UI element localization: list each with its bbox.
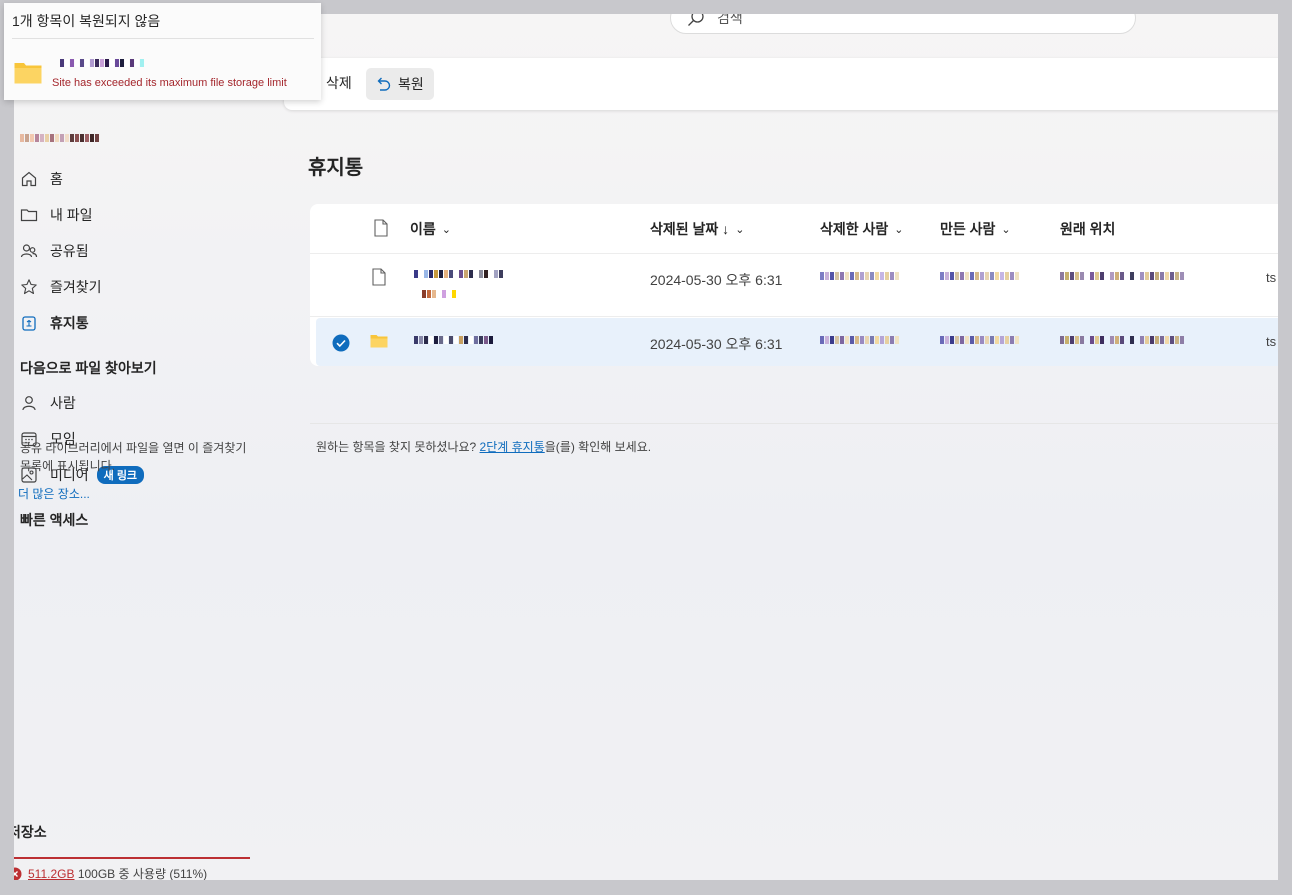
sidebar-item-shared[interactable]: 공유됨 [20, 241, 89, 261]
sidebar-item-label: 공유됨 [50, 243, 89, 259]
column-header-deleted[interactable]: 삭제된 날짜 ↓ ⌄ [650, 219, 744, 239]
file-name-redacted-line2 [422, 290, 456, 298]
toast-title: 1개 항목이 복원되지 않음 [12, 13, 161, 29]
chevron-down-icon: ⌄ [735, 223, 745, 236]
folder-icon [20, 209, 38, 222]
sidebar-item-home[interactable]: 홈 [20, 169, 63, 189]
storage-usage-text: 100GB 중 사용량 (511%) [77, 867, 208, 880]
home-icon [21, 171, 37, 187]
created-by-redacted [940, 272, 1019, 280]
chevron-down-icon: ⌄ [441, 223, 451, 236]
sidebar-item-label: 내 파일 [50, 207, 93, 223]
location-suffix: ts [1266, 334, 1277, 349]
chevron-down-icon: ⌄ [1001, 223, 1011, 236]
command-bar: 삭제 복원 [284, 58, 1278, 110]
more-places-link[interactable]: 더 많은 장소... [18, 485, 90, 502]
browse-section-title: 다음으로 파일 찾아보기 [20, 360, 157, 376]
deleted-date: 2024-05-30 오후 6:31 [650, 336, 783, 352]
person-icon [22, 396, 36, 411]
second-stage-recycle-bin-link[interactable]: 2단계 휴지통 [480, 440, 545, 454]
search-icon [688, 14, 704, 26]
file-name-redacted [414, 270, 503, 278]
storage-used-link[interactable]: 511.2GB [28, 867, 74, 880]
search-box[interactable] [670, 14, 1136, 34]
error-icon [14, 867, 22, 880]
created-by-redacted [940, 336, 1019, 344]
row-divider [310, 253, 1278, 254]
folder-name-redacted [414, 336, 493, 344]
storage-usage: 511.2GB 100GB 중 사용량 (511%) [14, 865, 207, 880]
toast-item-name-redacted [60, 59, 144, 67]
location-redacted [1060, 336, 1184, 344]
sidebar-item-label: 휴지통 [50, 315, 89, 331]
toast-divider [12, 38, 314, 39]
storage-title: 저장소 [14, 824, 47, 840]
row-divider [310, 316, 1278, 317]
app-window: 삭제 복원 홈 내 파일 공유됨 즐겨찾기 [14, 14, 1278, 880]
checkmark-circle-icon[interactable] [332, 334, 350, 352]
deleted-by-redacted [820, 336, 899, 344]
deleted-date: 2024-05-30 오후 6:31 [650, 272, 783, 288]
deleted-by-redacted [820, 272, 899, 280]
folder-icon [370, 335, 388, 348]
file-icon [372, 268, 386, 286]
window-edge [1278, 0, 1292, 895]
sidebar-item-recycle-bin[interactable]: 휴지통 [20, 313, 89, 333]
page-title: 휴지통 [308, 157, 364, 179]
column-header-name[interactable]: 이름 ⌄ [410, 219, 451, 239]
column-header-location[interactable]: 원래 위치 [1060, 219, 1115, 239]
people-icon [20, 244, 38, 258]
folder-icon [14, 63, 42, 84]
recycle-bin-icon [22, 316, 36, 331]
quick-access-title: 빠른 액세스 [20, 512, 89, 528]
restore-failed-toast: 1개 항목이 복원되지 않음 Site has exceeded its max… [4, 3, 321, 100]
location-suffix: ts [1266, 270, 1277, 285]
star-icon [21, 279, 37, 295]
delete-button[interactable]: 삭제 [326, 73, 352, 93]
sidebar-item-label: 홈 [50, 171, 63, 187]
divider [310, 423, 1278, 424]
column-header-deleted-by[interactable]: 삭제한 사람 ⌄ [820, 219, 904, 239]
file-table: 이름 ⌄ 삭제된 날짜 ↓ ⌄ 삭제한 사람 ⌄ 만든 사람 ⌄ 원래 위치 2024-… [310, 204, 1278, 366]
quick-access-description: 공유 라이브러리에서 파일을 열면 이 즐겨찾기 목록에 표시됩니다. [20, 441, 247, 473]
restore-label: 복원 [398, 76, 424, 92]
chevron-down-icon: ⌄ [894, 223, 904, 236]
second-stage-hint: 원하는 항목을 찾지 못하셨나요? 2단계 휴지통을(를) 확인해 보세요. [316, 440, 652, 454]
storage-usage-bar [14, 857, 250, 859]
sidebar-item-my-files[interactable]: 내 파일 [20, 205, 93, 225]
location-redacted [1060, 272, 1184, 280]
toast-error-message: Site has exceeded its maximum file stora… [52, 77, 287, 89]
search-input[interactable] [715, 14, 1099, 27]
sidebar-item-favorites[interactable]: 즐겨찾기 [20, 277, 102, 297]
site-name-redacted [20, 134, 99, 142]
column-header-created-by[interactable]: 만든 사람 ⌄ [940, 219, 1011, 239]
restore-button[interactable]: 복원 [366, 68, 434, 100]
file-type-header-icon [374, 219, 388, 237]
sidebar-item-label: 즐겨찾기 [50, 279, 102, 295]
undo-icon [377, 77, 391, 91]
sidebar-item-people[interactable]: 사람 [20, 393, 76, 413]
sidebar-item-label: 사람 [50, 395, 76, 411]
